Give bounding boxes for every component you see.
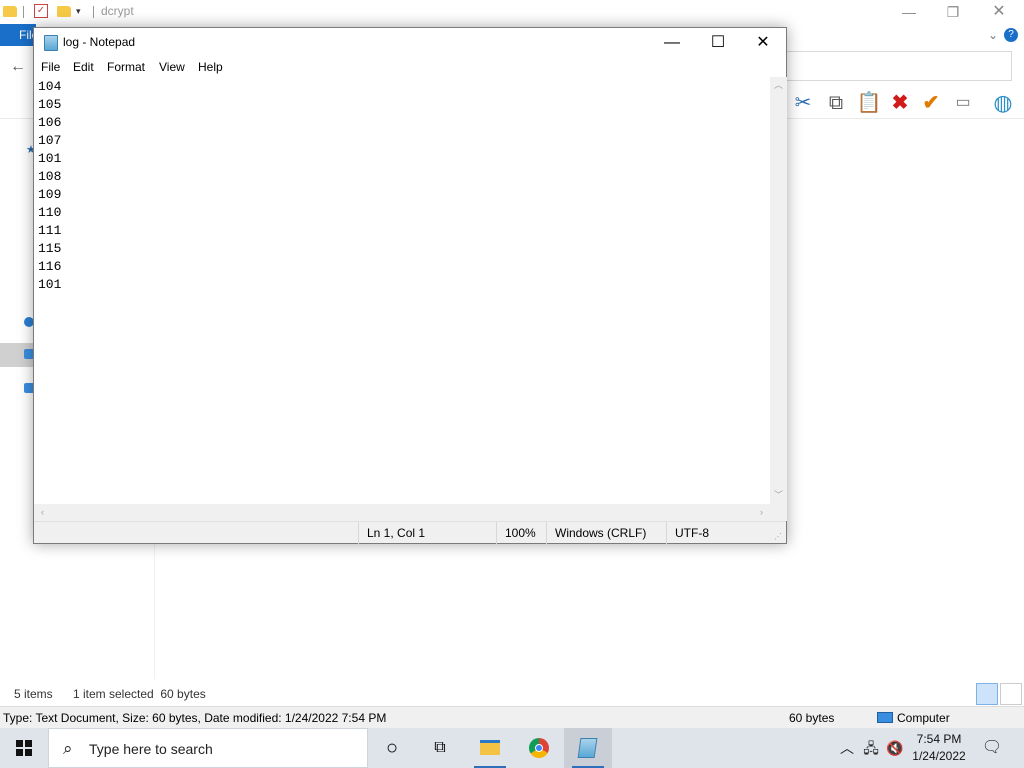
menu-help[interactable]: Help: [198, 60, 223, 74]
clock-time: 7:54 PM: [916, 732, 962, 746]
notepad-close-button[interactable]: ✕: [740, 28, 786, 57]
expand-ribbon-icon[interactable]: ⌄: [984, 26, 1002, 44]
clock[interactable]: 7:54 PM 1/24/2022: [906, 731, 972, 765]
notepad-window: log - Notepad — ☐ ✕ File Edit Format Vie…: [33, 27, 787, 544]
clock-date: 1/24/2022: [912, 749, 966, 763]
computer-icon: [877, 712, 893, 723]
file-explorer-icon: [480, 740, 500, 755]
menu-edit[interactable]: Edit: [73, 60, 94, 74]
location-label: Computer: [897, 711, 950, 725]
scrollbar-corner: [770, 504, 787, 521]
zoom-level: 100%: [496, 522, 546, 544]
taskbar-search[interactable]: ⌕ Type here to search: [48, 728, 368, 768]
horizontal-scrollbar[interactable]: ‹ ›: [34, 504, 770, 521]
notepad-titlebar[interactable]: log - Notepad — ☐ ✕: [34, 28, 786, 57]
maximize-button[interactable]: ❐: [930, 2, 976, 22]
notepad-taskbar-icon: [577, 738, 598, 758]
folder-icon[interactable]: [3, 6, 17, 17]
notepad-taskbar-button[interactable]: [564, 728, 612, 768]
text-line: 110: [38, 205, 62, 220]
explorer-status-bar: 5 items 1 item selected 60 bytes: [0, 684, 1024, 706]
toolbar-divider: [23, 6, 24, 18]
notepad-menubar: File Edit Format View Help: [34, 57, 786, 77]
notepad-icon[interactable]: [44, 35, 58, 51]
task-view-icon[interactable]: ⧉: [416, 728, 464, 768]
selection-info: 1 item selected 60 bytes: [73, 687, 206, 701]
file-details: Type: Text Document, Size: 60 bytes, Dat…: [3, 711, 387, 725]
delete-icon[interactable]: ✖: [887, 88, 913, 118]
text-line: 101: [38, 151, 62, 166]
text-line: 109: [38, 187, 62, 202]
detail-bar: Type: Text Document, Size: 60 bytes, Dat…: [0, 706, 1024, 728]
cut-icon[interactable]: ✂: [790, 88, 816, 118]
volume-muted-icon[interactable]: 🔇: [884, 728, 906, 768]
scroll-up-icon[interactable]: ︿: [770, 77, 787, 94]
vertical-scrollbar[interactable]: ︿ ﹀: [770, 77, 787, 504]
menu-view[interactable]: View: [159, 60, 185, 74]
text-line: 116: [38, 259, 62, 274]
text-line: 111: [38, 223, 62, 238]
new-folder-icon[interactable]: [57, 6, 71, 17]
line-ending: Windows (CRLF): [546, 522, 666, 544]
window-title: dcrypt: [101, 4, 134, 18]
help-icon[interactable]: ?: [1004, 28, 1018, 42]
large-icons-view-icon[interactable]: [1000, 683, 1022, 705]
network-icon[interactable]: 🖧: [860, 728, 882, 768]
chrome-icon-center: [535, 744, 543, 752]
rename-icon[interactable]: ▭: [950, 88, 976, 118]
properties-icon[interactable]: ✓: [34, 4, 48, 18]
search-icon: ⌕: [63, 739, 73, 758]
scroll-left-icon[interactable]: ‹: [34, 504, 51, 521]
toolbar-divider: [93, 6, 94, 18]
text-line: 104: [38, 79, 62, 94]
file-size: 60 bytes: [789, 711, 835, 725]
text-line: 106: [38, 115, 62, 130]
start-button[interactable]: [0, 728, 48, 768]
details-view-icon[interactable]: [976, 683, 998, 705]
text-line: 108: [38, 169, 62, 184]
cortana-icon[interactable]: ○: [368, 728, 416, 768]
search-placeholder: Type here to search: [89, 741, 213, 757]
copy-icon[interactable]: ⧉: [823, 88, 849, 118]
globe-icon[interactable]: ◍: [990, 88, 1016, 118]
checkmark-icon[interactable]: ✔: [918, 88, 944, 118]
show-hidden-icons-icon[interactable]: ︿: [836, 728, 858, 768]
file-menu-tab[interactable]: File: [0, 24, 36, 46]
file-explorer-taskbar-button[interactable]: [466, 728, 514, 768]
text-line: 105: [38, 97, 62, 112]
quick-access-toolbar: ✓ ▾ dcrypt — ❐ ✕: [0, 0, 1024, 24]
close-button[interactable]: ✕: [976, 2, 1022, 22]
resize-grip-icon[interactable]: ⋰: [774, 532, 782, 541]
encoding: UTF-8: [666, 522, 770, 544]
notepad-minimize-button[interactable]: —: [649, 28, 695, 57]
search-box[interactable]: [786, 51, 1012, 81]
item-count: 5 items: [14, 687, 53, 701]
menu-file[interactable]: File: [41, 60, 60, 74]
notepad-maximize-button[interactable]: ☐: [695, 28, 741, 57]
notepad-status-bar: Ln 1, Col 1 100% Windows (CRLF) UTF-8 ⋰: [34, 521, 786, 544]
minimize-button[interactable]: —: [886, 2, 932, 22]
customize-toolbar-icon[interactable]: ▾: [76, 6, 90, 20]
chrome-taskbar-button[interactable]: [515, 728, 563, 768]
text-line: 115: [38, 241, 62, 256]
taskbar: ⌕ Type here to search ○ ⧉ ︿ 🖧 🔇 7:54 PM …: [0, 728, 1024, 768]
menu-format[interactable]: Format: [107, 60, 145, 74]
text-line: 107: [38, 133, 62, 148]
notepad-title: log - Notepad: [63, 35, 136, 49]
paste-icon[interactable]: 📋: [856, 88, 882, 118]
text-line: 101: [38, 277, 62, 292]
notifications-icon[interactable]: 🗨: [978, 728, 1006, 768]
windows-logo-icon: [16, 740, 32, 756]
cursor-position: Ln 1, Col 1: [358, 522, 496, 544]
back-arrow-icon[interactable]: ←: [10, 58, 26, 76]
text-editor[interactable]: 104 105 106 107 101 108 109 110 111 115 116 101: [34, 77, 770, 504]
scroll-right-icon[interactable]: ›: [753, 504, 770, 521]
scroll-down-icon[interactable]: ﹀: [770, 487, 787, 504]
